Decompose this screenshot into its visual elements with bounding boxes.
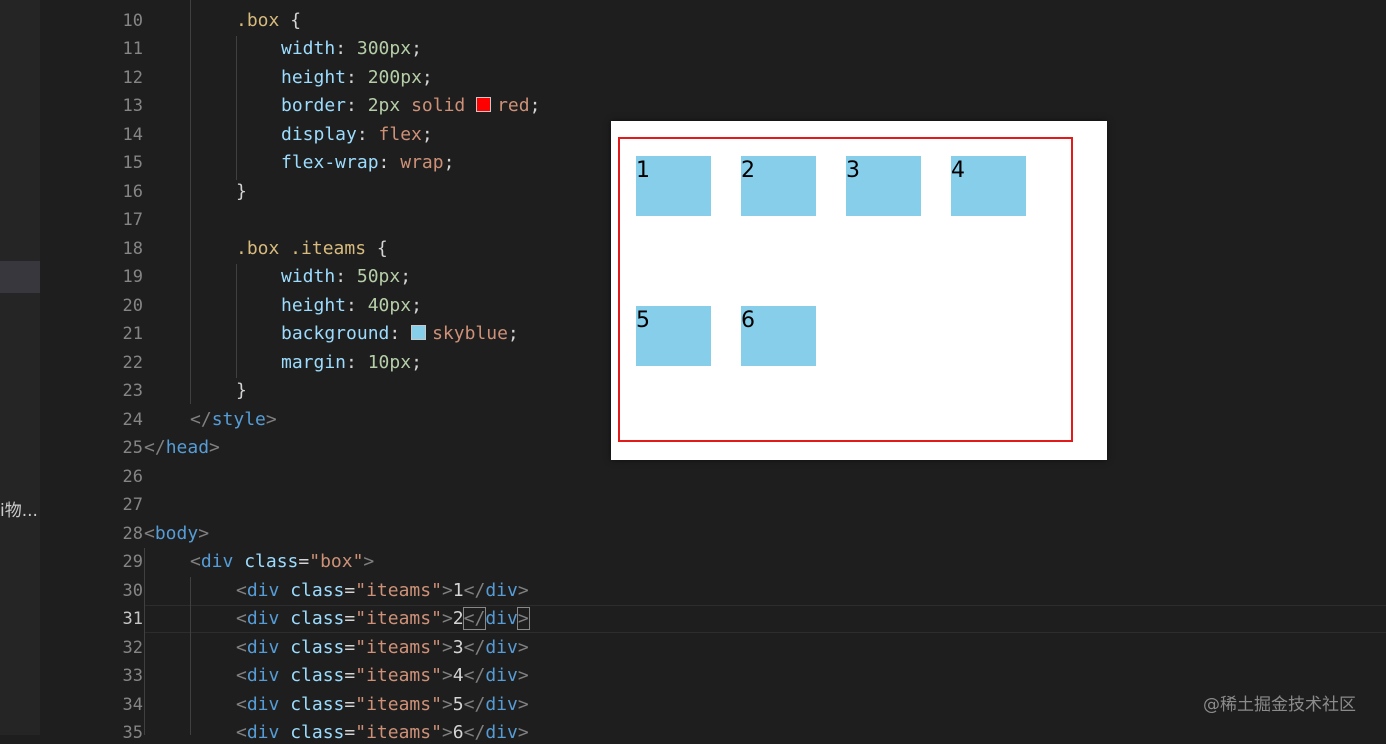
code-line[interactable]: } bbox=[236, 380, 247, 402]
line-number: 19 bbox=[122, 267, 143, 287]
line-number-gutter: 10 11 12 13 14 15 16 17 18 19 20 21 22 2… bbox=[40, 0, 143, 743]
line-number: 11 bbox=[122, 39, 143, 59]
code-line[interactable]: width: 300px; bbox=[281, 38, 422, 60]
sidebar-active-item[interactable] bbox=[0, 261, 40, 293]
code-line[interactable]: <div class="iteams">6</div> bbox=[236, 722, 529, 744]
browser-preview-panel: 1 2 3 4 5 6 bbox=[611, 121, 1107, 460]
code-line[interactable]: background: skyblue; bbox=[281, 323, 519, 345]
line-number: 16 bbox=[122, 182, 143, 202]
indent-guide bbox=[236, 264, 237, 378]
code-line[interactable]: <div class="box"> bbox=[190, 551, 374, 573]
line-number: 34 bbox=[122, 695, 143, 715]
line-number: 15 bbox=[122, 153, 143, 173]
code-line[interactable]: </head> bbox=[144, 437, 220, 459]
code-line[interactable]: <div class="iteams">3</div> bbox=[236, 637, 529, 659]
line-number: 13 bbox=[122, 96, 143, 116]
indent-guide bbox=[190, 577, 191, 735]
code-line[interactable]: <body> bbox=[144, 523, 209, 545]
line-number: 12 bbox=[122, 68, 143, 88]
flex-item: 4 bbox=[951, 156, 1026, 216]
line-number: 20 bbox=[122, 296, 143, 316]
red-color-swatch-icon[interactable] bbox=[476, 97, 492, 112]
flex-item: 5 bbox=[636, 306, 711, 366]
code-line[interactable]: .box .iteams { bbox=[236, 238, 388, 260]
line-number: 25 bbox=[122, 438, 143, 458]
flex-item: 2 bbox=[741, 156, 816, 216]
code-line[interactable]: display: flex; bbox=[281, 124, 433, 146]
line-number: 29 bbox=[122, 552, 143, 572]
code-line[interactable]: height: 200px; bbox=[281, 67, 433, 89]
line-number: 24 bbox=[122, 410, 143, 430]
line-number: 23 bbox=[122, 381, 143, 401]
code-line[interactable]: flex-wrap: wrap; bbox=[281, 152, 454, 174]
line-number: 28 bbox=[122, 524, 143, 544]
code-line[interactable]: margin: 10px; bbox=[281, 352, 422, 374]
line-number: 10 bbox=[122, 11, 143, 31]
line-number: 26 bbox=[122, 467, 143, 487]
line-number: 14 bbox=[122, 125, 143, 145]
code-line[interactable]: <div class="iteams">5</div> bbox=[236, 694, 529, 716]
code-line[interactable]: </style> bbox=[190, 409, 277, 431]
code-line-active[interactable]: <div class="iteams">2</div> bbox=[236, 607, 530, 630]
line-number: 22 bbox=[122, 353, 143, 373]
sidebar-truncated-label[interactable]: i物... bbox=[0, 496, 40, 521]
line-number-active: 31 bbox=[122, 609, 143, 629]
code-line[interactable]: } bbox=[236, 181, 247, 203]
line-number: 21 bbox=[122, 324, 143, 344]
skyblue-color-swatch-icon[interactable] bbox=[411, 325, 427, 340]
line-number: 32 bbox=[122, 638, 143, 658]
code-line[interactable]: <div class="iteams">1</div> bbox=[236, 580, 529, 602]
code-line[interactable]: border: 2px solid red; bbox=[281, 95, 540, 117]
line-number: 17 bbox=[122, 210, 143, 230]
code-line[interactable]: <div class="iteams">4</div> bbox=[236, 665, 529, 687]
flex-box-container: 1 2 3 4 5 6 bbox=[618, 137, 1073, 442]
flex-item: 1 bbox=[636, 156, 711, 216]
code-line[interactable]: width: 50px; bbox=[281, 266, 411, 288]
activity-sidebar bbox=[0, 0, 40, 735]
line-number: 18 bbox=[122, 239, 143, 259]
line-number: 30 bbox=[122, 581, 143, 601]
indent-guide bbox=[144, 548, 145, 735]
line-number: 27 bbox=[122, 495, 143, 515]
indent-guide bbox=[236, 36, 237, 180]
flex-item: 3 bbox=[846, 156, 921, 216]
code-line[interactable]: height: 40px; bbox=[281, 295, 422, 317]
watermark: @稀土掘金技术社区 bbox=[1203, 695, 1356, 715]
code-line[interactable]: .box { bbox=[236, 10, 301, 32]
flex-item: 6 bbox=[741, 306, 816, 366]
indent-guide bbox=[190, 0, 191, 404]
line-number: 33 bbox=[122, 666, 143, 686]
line-number: 35 bbox=[122, 723, 143, 743]
